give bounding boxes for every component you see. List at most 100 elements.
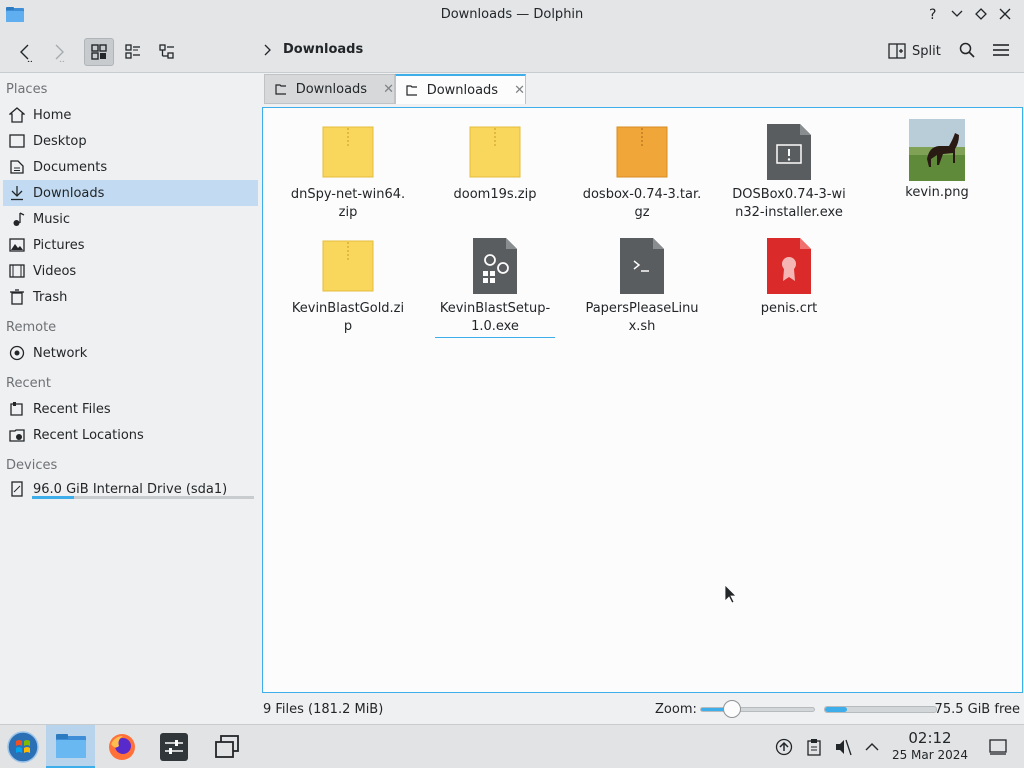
taskbar: 02:12 25 Mar 2024 xyxy=(0,724,1024,768)
volume-muted-tray-icon[interactable] xyxy=(833,737,853,757)
show-hidden-tray-icon[interactable] xyxy=(862,737,882,757)
zip-archive-icon xyxy=(467,122,523,182)
application-launcher-button[interactable] xyxy=(0,725,46,768)
help-icon[interactable]: ? xyxy=(924,5,942,23)
file-name: DOSBox0.74-3-win32-installer.exe xyxy=(732,187,846,220)
file-view[interactable]: dnSpy-net-win64.zip doom19s.zip dosbox-0… xyxy=(262,107,1023,693)
split-label: Split xyxy=(912,43,941,59)
sidebar-item-desktop[interactable]: Desktop xyxy=(3,128,258,154)
targz-archive-icon xyxy=(614,122,670,182)
clipboard-tray-icon[interactable] xyxy=(804,737,824,757)
free-space-fill xyxy=(825,707,848,712)
chevron-right-icon xyxy=(264,44,271,55)
svg-text:?: ? xyxy=(929,7,936,21)
task-window-switcher[interactable] xyxy=(204,725,250,768)
close-window-icon[interactable] xyxy=(996,5,1014,23)
icons-view-icon xyxy=(91,44,107,60)
peek-desktop-tray-icon[interactable] xyxy=(988,737,1008,757)
file-item-dosbox-installer[interactable]: DOSBox0.74-3-win32-installer.exe xyxy=(729,122,849,222)
firefox-icon xyxy=(109,734,135,760)
image-thumbnail-icon xyxy=(909,119,965,181)
search-icon xyxy=(959,42,975,58)
tab-close-icon[interactable]: ✕ xyxy=(383,82,394,97)
file-item-dosbox-targz[interactable]: dosbox-0.74-3.tar.gz xyxy=(582,122,702,222)
compact-view-icon xyxy=(125,44,140,59)
sidebar-item-label: Recent Files xyxy=(33,401,111,417)
file-name: KevinBlastSetup-1.0.exe xyxy=(435,300,555,338)
file-name: PapersPleaseLinux.sh xyxy=(585,301,699,334)
compact-view-button[interactable] xyxy=(118,38,148,66)
task-firefox[interactable] xyxy=(99,725,145,768)
breadcrumb: Downloads xyxy=(263,42,363,57)
sidebar-item-label: Music xyxy=(33,211,70,227)
task-system-settings[interactable] xyxy=(151,725,197,768)
file-item-dnspy-zip[interactable]: dnSpy-net-win64.zip xyxy=(288,122,408,222)
minimize-icon[interactable] xyxy=(948,5,966,23)
certificate-icon xyxy=(761,236,817,296)
desktop-icon xyxy=(9,133,25,149)
tab-downloads-1[interactable]: Downloads ✕ xyxy=(264,74,395,104)
back-button[interactable] xyxy=(12,39,38,65)
tab-close-icon[interactable]: ✕ xyxy=(514,83,525,98)
file-item-kevin-png[interactable]: kevin.png xyxy=(877,119,997,202)
videos-icon xyxy=(9,263,25,279)
hamburger-menu-button[interactable] xyxy=(990,39,1012,61)
sidebar-item-recent-locations[interactable]: Recent Locations xyxy=(3,422,258,448)
split-button[interactable]: Split xyxy=(888,40,941,62)
breadcrumb-current[interactable]: Downloads xyxy=(283,42,363,57)
sidebar-item-documents[interactable]: Documents xyxy=(3,154,258,180)
sidebar-item-trash[interactable]: Trash xyxy=(3,284,258,310)
maximize-icon[interactable] xyxy=(972,5,990,23)
icons-view-button[interactable] xyxy=(84,38,114,66)
sidebar-item-label: Videos xyxy=(33,263,77,279)
file-name: dosbox-0.74-3.tar.gz xyxy=(582,187,702,220)
title-bar: Downloads — Dolphin ? xyxy=(0,0,1024,30)
tab-bar: Downloads ✕ Downloads ✕ xyxy=(262,74,1024,104)
window-switcher-icon xyxy=(215,735,239,758)
system-settings-icon xyxy=(160,733,188,761)
exe-setup-icon xyxy=(467,236,523,296)
details-view-button[interactable] xyxy=(152,38,182,66)
zip-archive-icon xyxy=(320,236,376,296)
sidebar-item-home[interactable]: Home xyxy=(3,102,258,128)
file-item-doom19s-zip[interactable]: doom19s.zip xyxy=(435,122,555,204)
tab-label: Downloads xyxy=(426,82,499,98)
sidebar-item-network[interactable]: Network xyxy=(3,340,258,366)
sidebar-item-label: Desktop xyxy=(33,133,87,149)
sidebar-item-videos[interactable]: Videos xyxy=(3,258,258,284)
recent-locations-icon xyxy=(9,427,25,443)
file-name: penis.crt xyxy=(760,301,818,316)
tab-downloads-2[interactable]: Downloads ✕ xyxy=(395,74,526,104)
sidebar-item-music[interactable]: Music xyxy=(3,206,258,232)
zoom-slider[interactable] xyxy=(700,707,815,712)
zoom-slider-handle[interactable] xyxy=(723,700,741,718)
start-menu-icon xyxy=(7,731,39,763)
file-item-kevinblastsetup-exe[interactable]: KevinBlastSetup-1.0.exe xyxy=(435,236,555,338)
sidebar-item-label: Trash xyxy=(33,289,68,305)
drive-usage-bar xyxy=(32,496,254,499)
sidebar-item-label: Recent Locations xyxy=(33,427,144,443)
sidebar-item-recent-files[interactable]: Recent Files xyxy=(3,396,258,422)
sidebar-item-label: 96.0 GiB Internal Drive (sda1) xyxy=(33,481,228,497)
home-icon xyxy=(9,107,25,123)
sidebar-item-label: Network xyxy=(33,345,88,361)
free-space-text: 75.5 GiB free xyxy=(934,702,1020,717)
digital-clock[interactable]: 02:12 25 Mar 2024 xyxy=(880,729,980,763)
tab-label: Downloads xyxy=(295,81,368,97)
task-dolphin[interactable] xyxy=(46,725,95,768)
places-section-title: Places xyxy=(6,82,48,97)
sidebar-item-downloads[interactable]: Downloads xyxy=(3,180,258,206)
sidebar-item-pictures[interactable]: Pictures xyxy=(3,232,258,258)
file-item-papersplease-sh[interactable]: PapersPleaseLinux.sh xyxy=(582,236,702,336)
places-panel: Places Home Desktop Documents Downloads … xyxy=(0,74,260,722)
file-item-penis-crt[interactable]: penis.crt xyxy=(729,236,849,318)
sidebar-item-label: Downloads xyxy=(33,185,105,201)
updates-tray-icon[interactable] xyxy=(774,737,794,757)
clock-time: 02:12 xyxy=(908,729,952,747)
file-item-kevinblastgold-zip[interactable]: KevinBlastGold.zip xyxy=(288,236,408,336)
recent-section-title: Recent xyxy=(6,376,51,391)
remote-section-title: Remote xyxy=(6,320,57,335)
search-button[interactable] xyxy=(956,39,978,61)
file-name: KevinBlastGold.zip xyxy=(291,301,405,334)
forward-button[interactable] xyxy=(46,39,72,65)
